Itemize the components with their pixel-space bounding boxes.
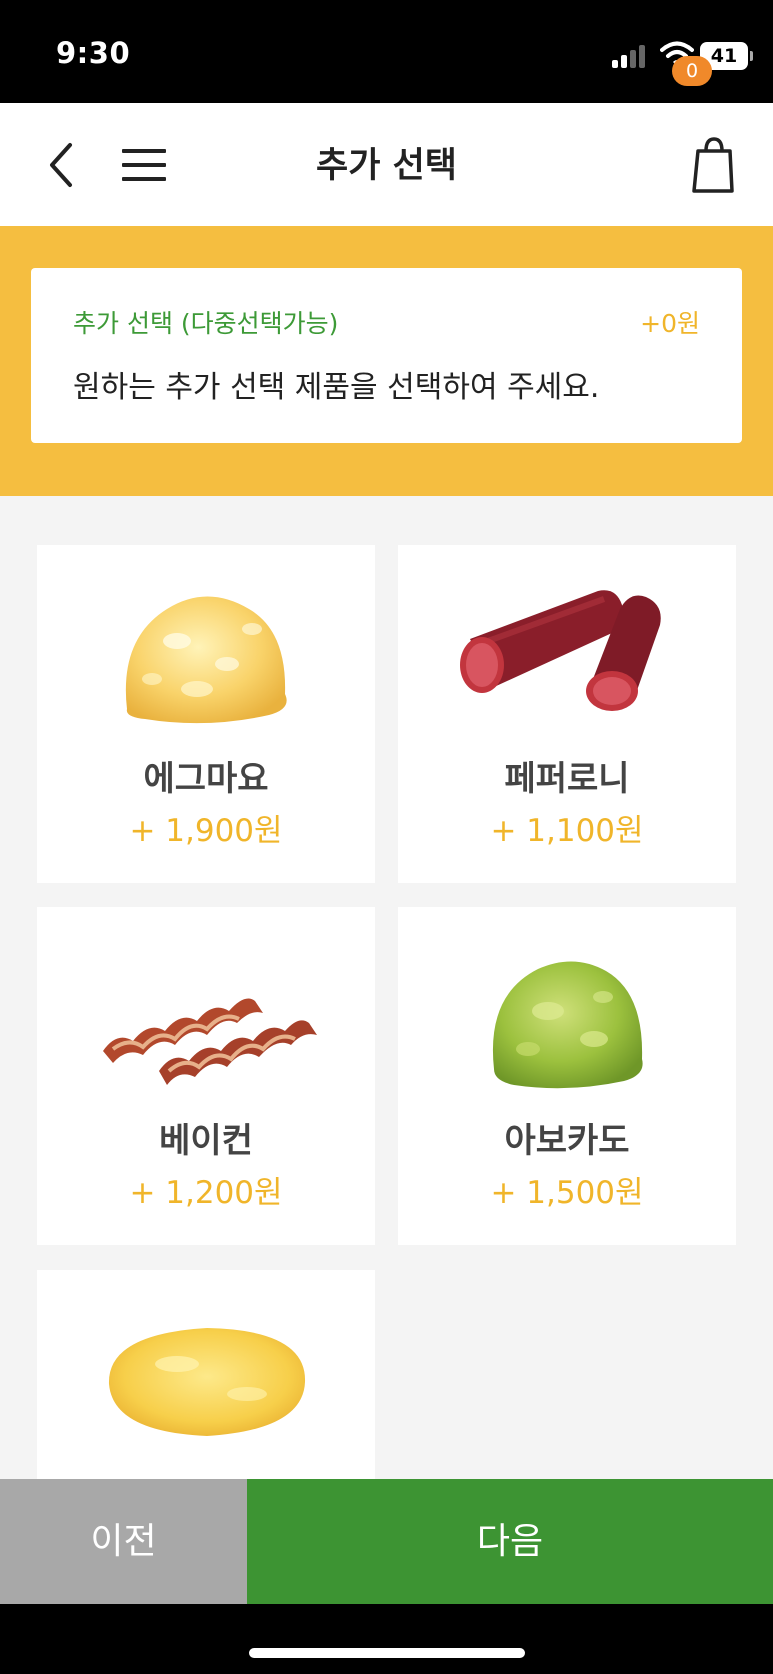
egg-mayo-image [125, 596, 287, 724]
app-header: 추가 선택 [0, 103, 773, 226]
option-price: + 1,100원 [490, 813, 644, 849]
bacon-image [103, 998, 317, 1085]
home-indicator[interactable] [249, 1648, 525, 1658]
selection-total-price: +0원 [640, 309, 700, 338]
option-price: + 1,200원 [129, 1175, 283, 1211]
option-price: + 1,500원 [490, 1175, 644, 1211]
home-indicator-area [0, 1604, 773, 1674]
option-price: + 1,900원 [129, 813, 283, 849]
status-bar: 9:30 41 [0, 0, 773, 103]
status-time: 9:30 [56, 36, 131, 70]
option-name: 아보카도 [504, 1121, 630, 1161]
page-title: 추가 선택 [316, 146, 457, 186]
prev-button[interactable]: 이전 [0, 1479, 247, 1604]
cart-count-badge: 0 [672, 56, 712, 86]
signal-icon [612, 44, 648, 68]
shopping-bag-icon[interactable] [668, 135, 738, 195]
option-card-pepperoni[interactable]: 페퍼로니 + 1,100원 [398, 545, 736, 883]
pepperoni-image [460, 590, 661, 711]
omelet-image [108, 1328, 306, 1436]
option-name: 페퍼로니 [504, 759, 630, 799]
option-card-bacon[interactable]: 베이컨 + 1,200원 [37, 907, 375, 1245]
option-card-avocado[interactable]: 아보카도 + 1,500원 [398, 907, 736, 1245]
option-name: 에그마요 [143, 759, 269, 799]
next-button[interactable]: 다음 [247, 1479, 773, 1604]
avocado-image [492, 961, 643, 1089]
selection-label: 추가 선택 (다중선택가능) [73, 309, 339, 338]
option-card-egg-mayo[interactable]: 에그마요 + 1,900원 [37, 545, 375, 883]
selection-info-card: 추가 선택 (다중선택가능) +0원 원하는 추가 선택 제품을 선택하여 주세… [31, 268, 742, 443]
selection-description: 원하는 추가 선택 제품을 선택하여 주세요. [73, 370, 600, 405]
option-name: 베이컨 [159, 1121, 253, 1161]
